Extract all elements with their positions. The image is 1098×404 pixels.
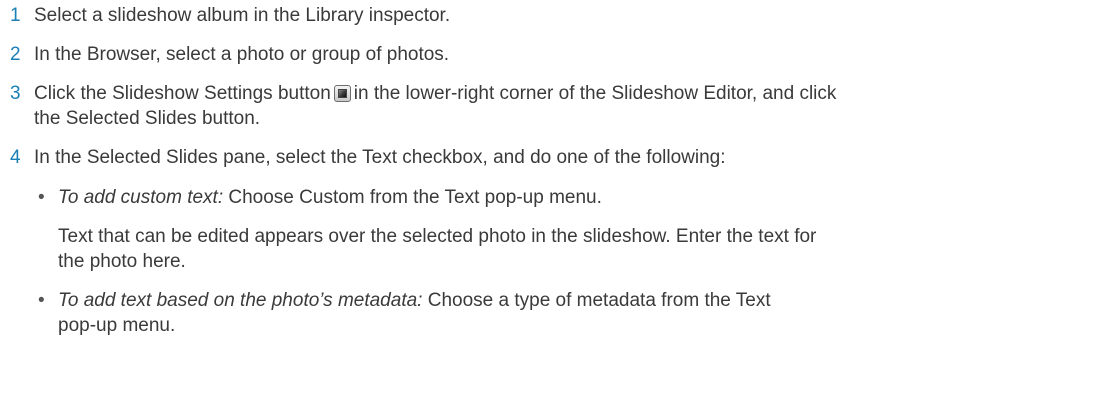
step-number: 3 bbox=[10, 83, 21, 104]
step-text-line-2: the Selected Slides button. bbox=[34, 108, 261, 129]
bullet-label: To add custom text: bbox=[58, 187, 224, 208]
bullet-body: Choose Custom from the Text pop-up menu. bbox=[223, 187, 602, 208]
step-text: Select a slideshow album in the Library … bbox=[34, 5, 451, 26]
slideshow-settings-icon bbox=[333, 85, 351, 102]
step-number: 2 bbox=[10, 44, 21, 65]
bullet-text-line-1: To add text based on the photo’s metadat… bbox=[58, 288, 1088, 313]
step-number: 4 bbox=[10, 147, 21, 168]
step-number: 1 bbox=[10, 5, 21, 26]
bullet-text: To add custom text: Choose Custom from t… bbox=[58, 185, 1088, 210]
slideshow-settings-icon-glyph bbox=[337, 89, 347, 98]
bullet-continuation: Text that can be edited appears over the… bbox=[58, 224, 1088, 274]
bullet-text: To add text based on the photo’s metadat… bbox=[58, 288, 1088, 338]
bullet-marker: • bbox=[38, 290, 45, 311]
step-text-before-icon: Click the Slideshow Settings button bbox=[34, 83, 331, 104]
continuation-line-1: Text that can be edited appears over the… bbox=[58, 226, 817, 247]
step-text: In the Browser, select a photo or group … bbox=[34, 44, 450, 65]
continuation-line-2: the photo here. bbox=[58, 251, 186, 272]
bullet-label: To add text based on the photo’s metadat… bbox=[58, 290, 423, 311]
step-text-line-1: Click the Slideshow Settings button in th… bbox=[34, 81, 1084, 106]
step-text: In the Selected Slides pane, select the … bbox=[34, 147, 726, 168]
instructions-document: 1 Select a slideshow album in the Librar… bbox=[0, 0, 1098, 404]
bullet-text-line-2: pop-up menu. bbox=[58, 315, 176, 336]
bullet-marker: • bbox=[38, 187, 45, 208]
bullet-body: Choose a type of metadata from the Text bbox=[422, 290, 771, 311]
step-text-after-icon: in the lower-right corner of the Slidesh… bbox=[353, 83, 837, 104]
step-text: Click the Slideshow Settings button in th… bbox=[34, 81, 1084, 131]
